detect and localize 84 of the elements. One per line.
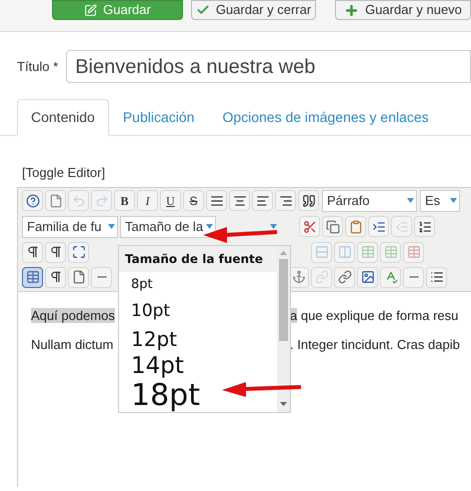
copy-button[interactable]	[322, 216, 343, 237]
caret-icon	[407, 198, 414, 203]
styles-select[interactable]: Es	[420, 190, 460, 212]
table-icon	[360, 245, 374, 259]
numbered-list-button[interactable]	[414, 216, 435, 237]
cut-button[interactable]	[299, 216, 320, 237]
paste-button[interactable]	[345, 216, 366, 237]
list-icon	[430, 270, 444, 284]
scrollbar[interactable]	[277, 246, 290, 412]
undo-icon	[72, 194, 86, 208]
format-select[interactable]: Párrafo	[322, 190, 417, 212]
list-button[interactable]	[426, 266, 447, 288]
menu-option[interactable]: 10pt	[119, 297, 277, 326]
new-document-button[interactable]	[45, 190, 66, 211]
edit-icon	[84, 4, 98, 16]
menu-option[interactable]: 18pt	[119, 380, 277, 412]
align-right-button[interactable]	[275, 190, 296, 211]
link-button[interactable]	[334, 266, 355, 288]
italic-button[interactable]: I	[137, 190, 158, 211]
outdent-icon	[394, 220, 408, 234]
menu-option[interactable]: 14pt	[119, 352, 277, 380]
indent-button[interactable]	[368, 216, 389, 237]
paragraph-text: . Integer tincidunt. Cras dapib	[290, 337, 460, 352]
plus-icon	[344, 2, 360, 18]
page-break-button[interactable]	[68, 266, 89, 288]
menu-option[interactable]: 8pt	[119, 272, 277, 298]
title-label: Título *	[17, 58, 58, 76]
image-button[interactable]	[357, 266, 378, 288]
anchor-icon	[292, 270, 306, 284]
font-family-select[interactable]: Familia de fu	[22, 216, 118, 238]
menu-title: Tamaño de la fuente	[119, 246, 277, 272]
copy-icon	[326, 220, 340, 234]
tab[interactable]: Contenido	[17, 99, 109, 136]
caret-icon	[270, 224, 277, 229]
underline-button[interactable]: U	[160, 190, 181, 211]
check-icon	[196, 3, 210, 17]
table-column-icon	[338, 245, 352, 259]
font-size-select[interactable]: Tamaño de la	[120, 216, 216, 238]
quote-button[interactable]	[298, 190, 319, 211]
numbered-list-icon	[418, 220, 432, 234]
title-input[interactable]: Bienvenidos a nuestra web	[66, 50, 471, 83]
paste-icon	[348, 220, 362, 234]
align-right-icon	[278, 194, 292, 208]
paragraph-button[interactable]	[45, 266, 66, 288]
paragraph-text: Nullam dictum	[31, 337, 114, 352]
tab[interactable]: Publicación	[108, 99, 208, 136]
caret-icon	[108, 224, 115, 229]
align-left-button[interactable]	[252, 190, 273, 211]
new-document-icon	[48, 194, 62, 208]
cut-icon	[302, 220, 316, 234]
grid-button[interactable]	[22, 266, 43, 288]
paragraph-text: que explique de forma resu	[300, 308, 458, 322]
help-button[interactable]	[22, 190, 43, 211]
redo-icon	[94, 194, 108, 208]
table-row-icon	[314, 245, 328, 259]
align-center-button[interactable]	[229, 190, 250, 211]
paragraph-icon	[48, 270, 62, 284]
image-icon	[360, 270, 374, 284]
caret-icon	[206, 224, 213, 229]
save-button[interactable]: Guardar y cerrar	[191, 0, 316, 20]
quote-icon	[302, 194, 316, 208]
fullscreen-icon	[72, 245, 86, 259]
table-split-icon	[384, 245, 398, 259]
page-break-icon	[72, 270, 86, 284]
paragraph-text: Aquí podemos	[31, 308, 115, 322]
indent-icon	[372, 220, 386, 234]
strikethrough-button[interactable]: S	[183, 190, 204, 211]
menu-option[interactable]: 12pt	[119, 325, 277, 353]
spellcheck-button[interactable]	[380, 266, 401, 288]
align-left-icon	[256, 194, 270, 208]
justify-button[interactable]	[206, 190, 227, 211]
bold-button[interactable]: B	[114, 190, 135, 211]
justify-icon	[210, 194, 224, 208]
toggle-editor-link[interactable]: [Toggle Editor]	[22, 163, 106, 182]
unlink-icon	[314, 270, 328, 284]
save-button[interactable]: Guardar y nuevo	[335, 0, 471, 20]
tab[interactable]: Opciones de imágenes y enlaces	[208, 99, 443, 136]
caret-icon	[450, 198, 457, 203]
fullscreen-button[interactable]	[68, 242, 89, 262]
help-icon	[26, 194, 40, 208]
table-delete-icon	[406, 245, 420, 259]
grid-icon	[26, 270, 40, 284]
link-icon	[338, 270, 352, 284]
align-center-icon	[232, 194, 246, 208]
